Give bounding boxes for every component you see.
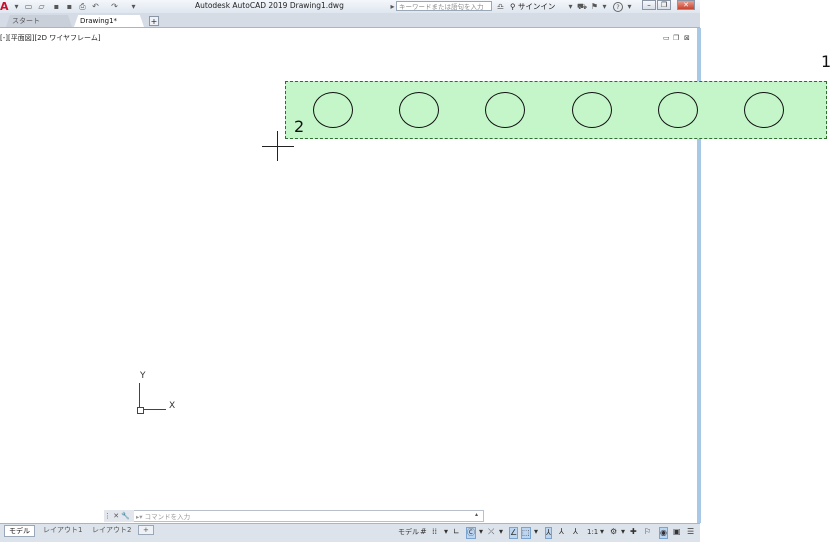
add-layout-button[interactable]: + xyxy=(138,525,154,535)
viewport-restore-icon[interactable]: ❐ xyxy=(673,34,679,42)
search-input[interactable]: キーワードまたは語句を入力 xyxy=(396,1,492,11)
ucs-x-label: X xyxy=(169,401,176,411)
minimize-window-button[interactable]: – xyxy=(642,0,656,10)
new-file-icon[interactable]: ▭ xyxy=(24,2,33,11)
tab-model[interactable]: モデル xyxy=(4,525,35,537)
a360-icon[interactable]: ⚑ xyxy=(590,2,599,11)
isolate-objects-icon[interactable]: ◉ xyxy=(659,527,668,539)
wrench-icon[interactable]: 🔧 xyxy=(121,512,130,520)
snap-dropdown-icon[interactable]: ▾ xyxy=(444,527,448,537)
object-snap-dropdown-icon[interactable]: ▾ xyxy=(534,527,538,537)
sign-in-label: サインイン xyxy=(517,2,556,11)
circle-object[interactable] xyxy=(485,92,525,128)
clean-screen-icon[interactable]: ▣ xyxy=(673,527,681,537)
auto-scale-icon[interactable]: ⅄ xyxy=(559,527,564,537)
circle-object[interactable] xyxy=(572,92,612,128)
help-dropdown-icon[interactable]: ▾ xyxy=(625,2,634,11)
point-label-2: 2 xyxy=(294,117,305,136)
annotation-visibility-icon[interactable]: ⅄ xyxy=(545,527,552,539)
window-title: Autodesk AutoCAD 2019 Drawing1.dwg xyxy=(195,1,344,10)
annotation-scale-icon[interactable]: ⅄ xyxy=(573,527,578,537)
customization-menu-icon[interactable]: ☰ xyxy=(687,527,694,537)
help-icon[interactable]: ? xyxy=(613,2,623,12)
redo-icon[interactable]: ↷ xyxy=(110,2,119,11)
undo-icon[interactable]: ↶ xyxy=(91,2,100,11)
save-as-icon[interactable]: ▪ xyxy=(65,2,74,11)
infer-constraints-icon[interactable]: ∟ xyxy=(453,527,460,537)
hardware-acceleration-icon[interactable]: ⚐ xyxy=(644,527,651,537)
circle-object[interactable] xyxy=(744,92,784,128)
command-history-expand-icon[interactable]: ▴ xyxy=(475,511,478,518)
viewport-close-icon[interactable]: ⊠ xyxy=(684,34,690,42)
tab-layout1[interactable]: レイアウト1 xyxy=(39,525,86,535)
grid-icon[interactable]: # xyxy=(420,527,427,537)
add-icon[interactable]: ✚ xyxy=(630,527,637,537)
isometric-drafting-icon[interactable]: ∠ xyxy=(509,527,519,539)
crosshair-cursor xyxy=(262,146,294,147)
ortho-dropdown-icon[interactable]: ▾ xyxy=(479,527,483,537)
user-icon: ⚲ xyxy=(510,2,516,11)
gear-dropdown-icon[interactable]: ▾ xyxy=(621,527,625,537)
cart-icon[interactable]: ⛟ xyxy=(577,2,587,11)
polar-tracking-icon[interactable]: ⤫ xyxy=(488,527,494,537)
polar-dropdown-icon[interactable]: ▾ xyxy=(499,527,503,537)
new-tab-button[interactable]: + xyxy=(149,16,159,26)
signin-dropdown-icon[interactable]: ▾ xyxy=(566,2,575,11)
dropdown-icon[interactable]: ▾ xyxy=(12,2,21,11)
print-icon[interactable]: ⎙ xyxy=(78,2,87,11)
command-line-tools[interactable]: ⋮ ✕ 🔧 xyxy=(104,510,134,522)
ucs-y-axis xyxy=(139,383,140,409)
model-space-button[interactable]: モデル xyxy=(398,527,419,537)
annotation-scale-value[interactable]: 1:1 xyxy=(587,527,598,537)
point-label-1: 1 xyxy=(821,52,832,71)
customize-toolbar-icon[interactable]: ▾ xyxy=(129,2,138,11)
close-icon[interactable]: ✕ xyxy=(113,512,119,520)
snap-icon[interactable]: ⁞⁞ xyxy=(432,527,437,537)
command-input[interactable]: ▸▾ コマンドを入力 xyxy=(136,511,190,521)
ortho-icon[interactable]: Ⓒ xyxy=(466,527,476,539)
application-menu-icon[interactable]: A xyxy=(0,0,10,13)
circle-object[interactable] xyxy=(399,92,439,128)
circle-object[interactable] xyxy=(313,92,353,128)
sign-in-button[interactable]: ⚲ サインイン xyxy=(510,1,555,12)
a360-dropdown-icon[interactable]: ▾ xyxy=(600,2,609,11)
binoculars-icon[interactable]: ♎ xyxy=(496,2,505,11)
circle-object[interactable] xyxy=(658,92,698,128)
tab-drawing1[interactable]: Drawing1* xyxy=(74,15,144,27)
grip-icon[interactable]: ⋮ xyxy=(104,512,111,520)
object-snap-icon[interactable]: ⬚ xyxy=(521,527,531,539)
viewport-controls-label[interactable]: [-][平面図][2D ワイヤフレーム] xyxy=(0,33,101,43)
restore-window-button[interactable]: ❐ xyxy=(657,0,671,10)
close-window-button[interactable]: ✕ xyxy=(677,0,695,10)
viewport-minimize-icon[interactable]: ▭ xyxy=(663,34,670,42)
ucs-origin-icon xyxy=(137,407,144,414)
save-icon[interactable]: ▪ xyxy=(52,2,61,11)
tab-layout2[interactable]: レイアウト2 xyxy=(88,525,135,535)
gear-icon[interactable]: ⚙ xyxy=(610,527,617,537)
crosshair-cursor-vertical xyxy=(277,131,278,161)
tab-start[interactable]: スタート xyxy=(6,15,72,27)
command-input-placeholder: コマンドを入力 xyxy=(144,513,191,521)
open-file-icon[interactable]: ▱ xyxy=(37,2,46,11)
command-prompt-icon: ▸▾ xyxy=(136,513,145,521)
ucs-y-label: Y xyxy=(140,371,146,381)
scale-dropdown-icon[interactable]: ▾ xyxy=(600,527,604,537)
